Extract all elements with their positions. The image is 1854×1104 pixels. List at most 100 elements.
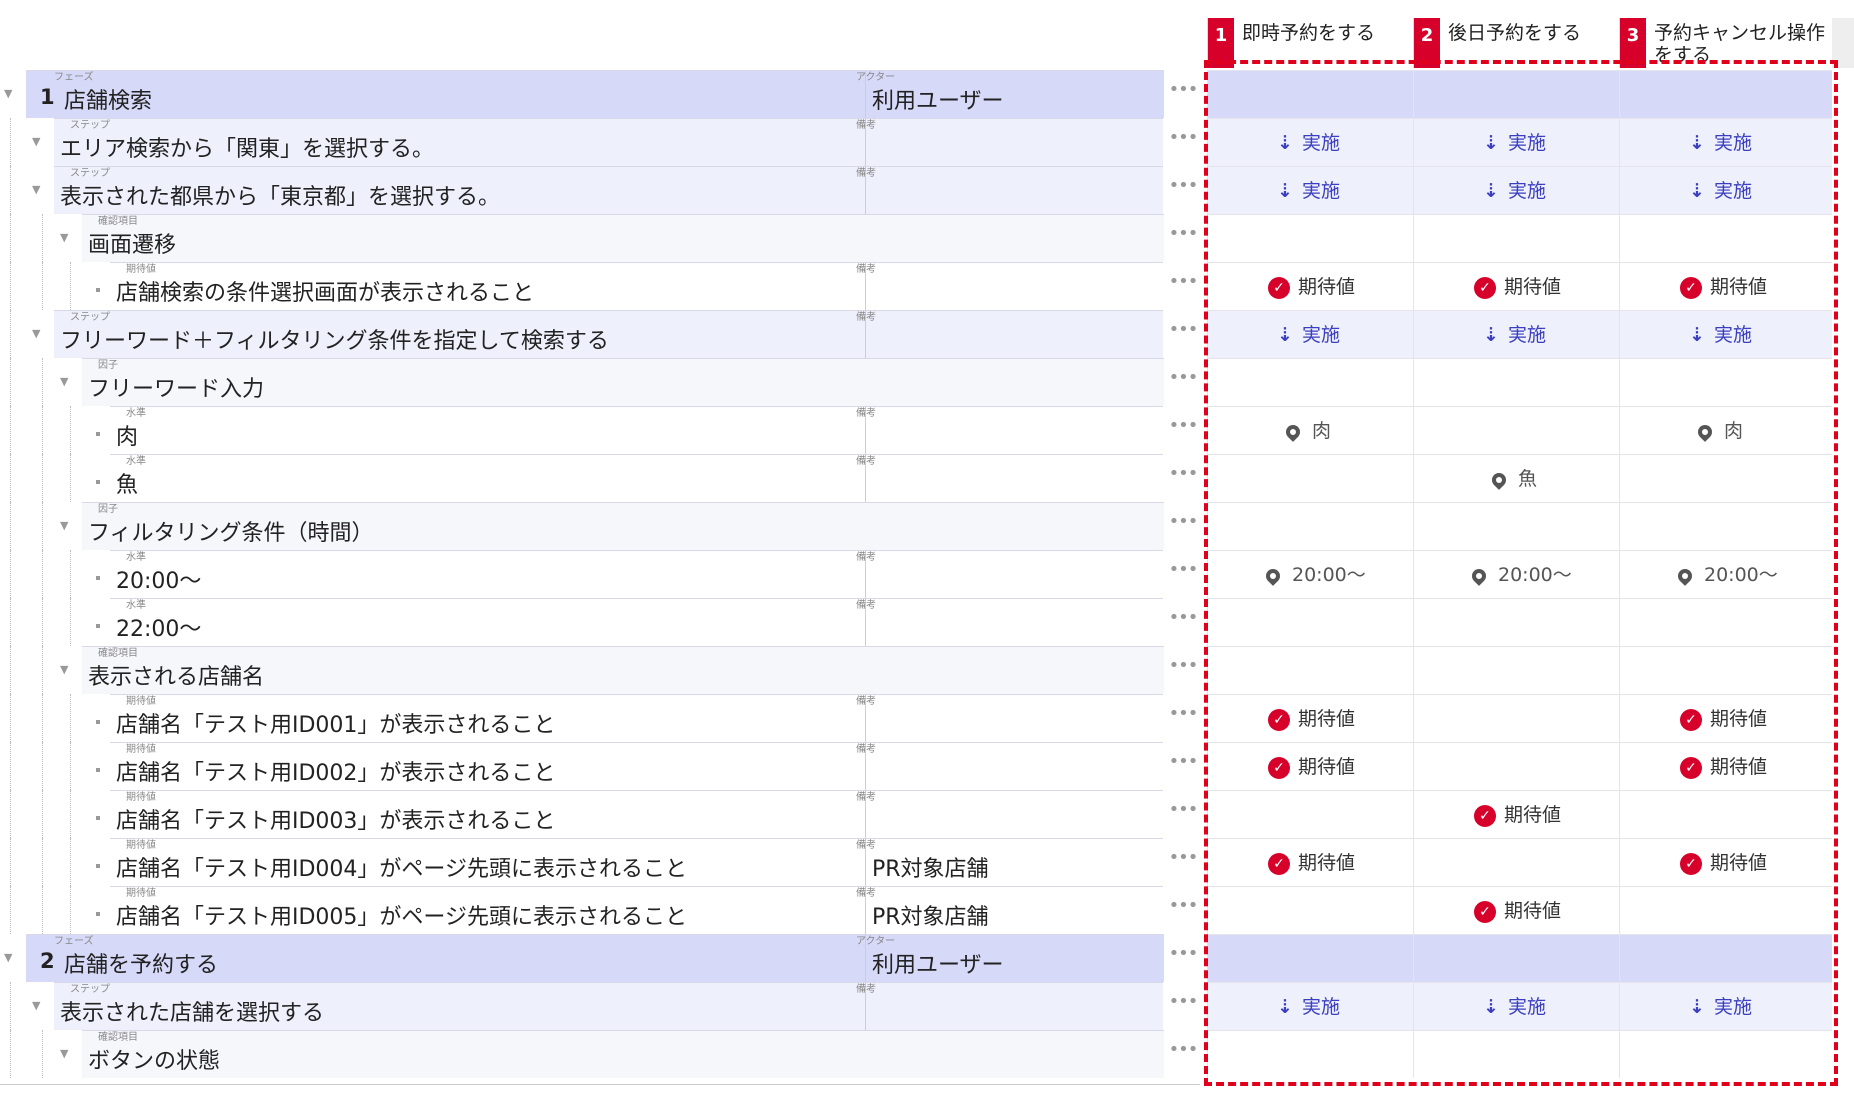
matrix-cell[interactable]: ⇣ 実施 [1413, 166, 1619, 214]
matrix-cell[interactable] [1207, 646, 1413, 694]
more-icon[interactable]: ••• [1164, 406, 1202, 454]
node-title-cell[interactable]: 期待値 店舗名「テスト用ID004」がページ先頭に表示されること [110, 838, 865, 886]
matrix-cell[interactable]: ✓ 期待値 [1619, 838, 1832, 886]
chevron-down-icon[interactable]: ▼ [60, 646, 68, 694]
matrix-cell[interactable]: ⇣ 実施 [1619, 166, 1832, 214]
note-cell[interactable]: 備考 [856, 550, 1163, 598]
more-icon[interactable]: ••• [1164, 454, 1202, 502]
matrix-cell[interactable] [1413, 646, 1619, 694]
note-cell[interactable]: 備考 [856, 262, 1163, 310]
matrix-cell[interactable] [1619, 70, 1832, 118]
matrix-cell[interactable]: 20:00～ [1413, 550, 1619, 598]
more-icon[interactable]: ••• [1164, 502, 1202, 550]
matrix-cell[interactable]: ✓ 期待値 [1413, 886, 1619, 934]
matrix-cell[interactable] [1619, 502, 1832, 550]
node-title-cell[interactable]: ステップ 表示された都県から「東京都」を選択する。 [54, 166, 865, 214]
chevron-down-icon[interactable]: ▼ [32, 166, 40, 214]
matrix-cell[interactable]: 魚 [1413, 454, 1619, 502]
node-title-cell[interactable]: 因子 フリーワード入力 [82, 358, 1164, 406]
matrix-cell[interactable]: 20:00～ [1619, 550, 1832, 598]
node-title-cell[interactable]: 期待値 店舗名「テスト用ID003」が表示されること [110, 790, 865, 838]
node-title-cell[interactable]: 水準 20:00～ [110, 550, 865, 598]
more-icon[interactable]: ••• [1164, 790, 1202, 838]
note-cell[interactable]: 備考 [856, 166, 1163, 214]
actor-cell[interactable]: アクター 利用ユーザー [856, 70, 1163, 118]
matrix-cell[interactable]: ⇣ 実施 [1619, 118, 1832, 166]
chevron-down-icon[interactable]: ▼ [4, 70, 12, 118]
matrix-cell[interactable] [1207, 790, 1413, 838]
matrix-cell[interactable]: ✓ 期待値 [1619, 694, 1832, 742]
more-icon[interactable]: ••• [1164, 214, 1202, 262]
matrix-cell[interactable] [1207, 214, 1413, 262]
matrix-cell[interactable] [1413, 742, 1619, 790]
note-cell[interactable]: 備考 PR対象店舗 [856, 886, 1163, 934]
matrix-cell[interactable] [1413, 406, 1619, 454]
matrix-cell[interactable] [1413, 502, 1619, 550]
more-icon[interactable]: ••• [1164, 646, 1202, 694]
matrix-cell[interactable]: ⇣ 実施 [1413, 310, 1619, 358]
note-cell[interactable]: 備考 [856, 790, 1163, 838]
chevron-down-icon[interactable]: ▼ [60, 502, 68, 550]
matrix-cell[interactable] [1413, 214, 1619, 262]
case-header-1[interactable]: 1 即時予約をする [1207, 18, 1413, 68]
chevron-down-icon[interactable]: ▼ [60, 358, 68, 406]
more-icon[interactable]: ••• [1164, 886, 1202, 934]
more-icon[interactable]: ••• [1164, 550, 1202, 598]
more-icon[interactable]: ••• [1164, 694, 1202, 742]
note-cell[interactable]: 備考 [856, 406, 1163, 454]
matrix-cell[interactable]: ✓ 期待値 [1413, 790, 1619, 838]
matrix-cell[interactable]: ⇣ 実施 [1619, 310, 1832, 358]
matrix-cell[interactable] [1619, 358, 1832, 406]
matrix-cell[interactable]: 肉 [1207, 406, 1413, 454]
matrix-cell[interactable] [1207, 598, 1413, 646]
matrix-cell[interactable] [1413, 1030, 1619, 1078]
chevron-down-icon[interactable]: ▼ [60, 214, 68, 262]
matrix-cell[interactable] [1207, 454, 1413, 502]
matrix-cell[interactable]: ✓ 期待値 [1413, 262, 1619, 310]
matrix-cell[interactable] [1619, 598, 1832, 646]
node-title-cell[interactable]: 確認項目 画面遷移 [82, 214, 1164, 262]
matrix-cell[interactable]: ✓ 期待値 [1207, 694, 1413, 742]
matrix-cell[interactable] [1207, 358, 1413, 406]
chevron-down-icon[interactable]: ▼ [32, 310, 40, 358]
more-icon[interactable]: ••• [1164, 742, 1202, 790]
more-icon[interactable]: ••• [1164, 310, 1202, 358]
chevron-down-icon[interactable]: ▼ [4, 934, 12, 982]
matrix-cell[interactable]: ⇣ 実施 [1413, 118, 1619, 166]
matrix-cell[interactable]: ✓ 期待値 [1619, 742, 1832, 790]
node-title-cell[interactable]: 水準肉 [110, 406, 865, 454]
case-header-2[interactable]: 2 後日予約をする [1413, 18, 1619, 68]
node-title-cell[interactable]: ステップ 表示された店舗を選択する [54, 982, 865, 1030]
matrix-cell[interactable] [1619, 454, 1832, 502]
more-icon[interactable]: ••• [1164, 358, 1202, 406]
note-cell[interactable]: 備考 [856, 310, 1163, 358]
node-title-cell[interactable]: 期待値 店舗検索の条件選択画面が表示されること [110, 262, 865, 310]
matrix-cell[interactable]: ⇣ 実施 [1207, 166, 1413, 214]
node-title-cell[interactable]: 確認項目 表示される店舗名 [82, 646, 1164, 694]
matrix-cell[interactable] [1413, 694, 1619, 742]
matrix-cell[interactable]: ✓ 期待値 [1207, 742, 1413, 790]
matrix-cell[interactable] [1413, 598, 1619, 646]
matrix-cell[interactable] [1207, 1030, 1413, 1078]
more-icon[interactable]: ••• [1164, 166, 1202, 214]
note-cell[interactable]: 備考 [856, 118, 1163, 166]
scrollbar-track[interactable] [1832, 18, 1854, 68]
more-icon[interactable]: ••• [1164, 1030, 1202, 1078]
more-icon[interactable]: ••• [1164, 982, 1202, 1030]
matrix-cell[interactable]: ⇣ 実施 [1619, 982, 1832, 1030]
matrix-cell[interactable] [1207, 934, 1413, 982]
matrix-cell[interactable] [1413, 358, 1619, 406]
matrix-cell[interactable]: ⇣ 実施 [1207, 310, 1413, 358]
matrix-cell[interactable] [1207, 502, 1413, 550]
matrix-cell[interactable]: ⇣ 実施 [1207, 118, 1413, 166]
more-icon[interactable]: ••• [1164, 70, 1202, 118]
matrix-cell[interactable] [1207, 886, 1413, 934]
chevron-down-icon[interactable]: ▼ [32, 982, 40, 1030]
matrix-cell[interactable] [1413, 934, 1619, 982]
matrix-cell[interactable]: ⇣ 実施 [1413, 982, 1619, 1030]
note-cell[interactable]: 備考 [856, 982, 1163, 1030]
matrix-cell[interactable]: ⇣ 実施 [1207, 982, 1413, 1030]
matrix-cell[interactable]: 20:00～ [1207, 550, 1413, 598]
note-cell[interactable]: 備考 [856, 454, 1163, 502]
node-title-cell[interactable]: 期待値 店舗名「テスト用ID002」が表示されること [110, 742, 865, 790]
